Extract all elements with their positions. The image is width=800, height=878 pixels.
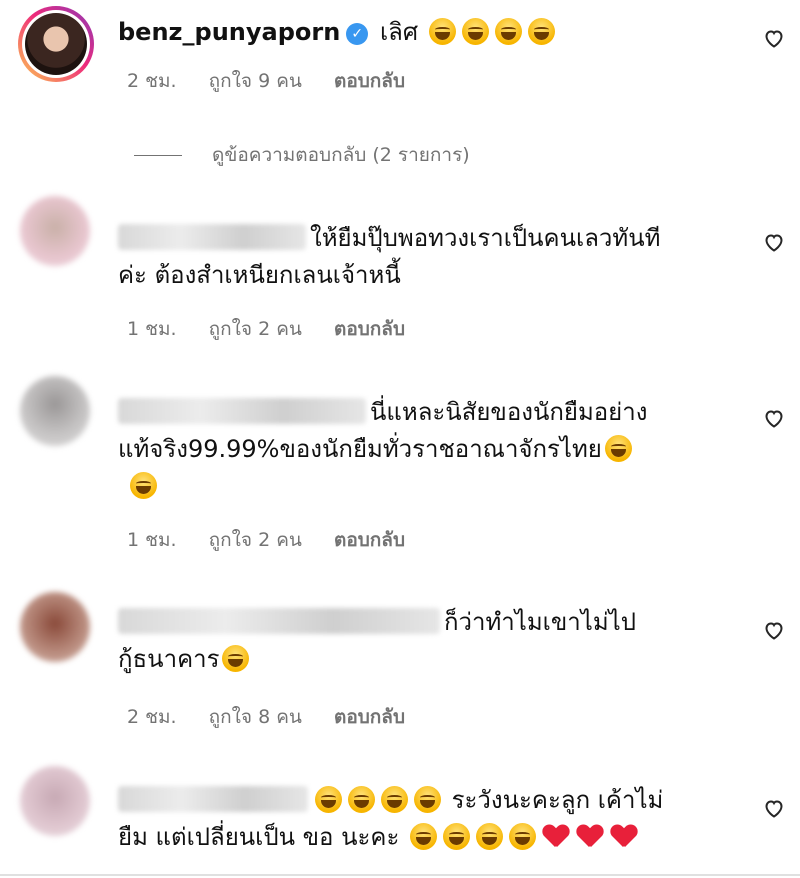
comment-meta: 1 ชม. ถูกใจ 2 คน ตอบกลับ bbox=[127, 525, 431, 555]
comment-text: เลิศ bbox=[379, 18, 419, 46]
comment-body: ก็ว่าทำไมเขาไม่ไป กู้ธนาคาร bbox=[118, 604, 705, 678]
avatar[interactable] bbox=[20, 376, 90, 446]
comment-body: ระวังนะคะลูก เค้าไม่ ยืม แต่เปลี่ยนเป็น … bbox=[118, 782, 705, 856]
comment-time: 1 ชม. bbox=[127, 318, 177, 340]
heart-outline-icon[interactable] bbox=[762, 796, 786, 820]
comment-text-line1: ให้ยืมปุ๊บพอทวงเราเป็นคนเลวทันที bbox=[310, 224, 661, 252]
laughing-emoji-icon bbox=[381, 786, 408, 813]
red-heart-emoji-icon bbox=[577, 825, 603, 849]
laughing-emoji-icon bbox=[130, 472, 157, 499]
comment-text-line2: ยืม แต่เปลี่ยนเป็น ขอ นะคะ bbox=[118, 823, 400, 851]
reply-button[interactable]: ตอบกลับ bbox=[334, 706, 405, 728]
view-replies-button[interactable]: ดูข้อความตอบกลับ (2 รายการ) bbox=[134, 140, 470, 170]
bottom-divider bbox=[0, 874, 800, 876]
verified-badge-icon: ✓ bbox=[346, 23, 369, 45]
laughing-emoji-icon bbox=[527, 18, 555, 45]
heart-outline-icon[interactable] bbox=[762, 406, 786, 430]
reply-button[interactable]: ตอบกลับ bbox=[334, 318, 405, 340]
heart-outline-icon[interactable] bbox=[762, 230, 786, 254]
heart-outline-icon[interactable] bbox=[762, 618, 786, 642]
blurred-username[interactable] bbox=[118, 608, 440, 634]
reply-button[interactable]: ตอบกลับ bbox=[334, 70, 405, 92]
comment-username[interactable]: benz_punyaporn bbox=[118, 18, 340, 46]
laughing-emoji-icon bbox=[409, 823, 437, 850]
laughing-emoji-icon bbox=[428, 18, 456, 45]
comment-meta: 2 ชม. ถูกใจ 8 คน ตอบกลับ bbox=[127, 702, 431, 732]
comment-text-line1: ระวังนะคะลูก เค้าไม่ bbox=[451, 786, 664, 814]
comment-text-line1: ก็ว่าทำไมเขาไม่ไป bbox=[444, 608, 636, 636]
comment-text-line2: แท้จริง99.99%ของนักยืมทั่วราชอาณาจักรไทย bbox=[118, 435, 602, 463]
comment-item: ระวังนะคะลูก เค้าไม่ ยืม แต่เปลี่ยนเป็น … bbox=[0, 762, 800, 874]
laughing-emoji-icon bbox=[414, 786, 441, 813]
comment-time: 1 ชม. bbox=[127, 529, 177, 551]
comment-item: นี่แหละนิสัยของนักยืมอย่าง แท้จริง99.99%… bbox=[0, 370, 800, 565]
comment-body: benz_punyaporn ✓ เลิศ bbox=[118, 14, 705, 51]
red-heart-emoji-icon bbox=[543, 825, 569, 849]
laughing-emoji-icon bbox=[315, 786, 342, 813]
laughing-emoji-icon bbox=[442, 823, 470, 850]
comment-item: ก็ว่าทำไมเขาไม่ไป กู้ธนาคาร 2 ชม. ถูกใจ … bbox=[0, 588, 800, 738]
laughing-emoji-icon bbox=[475, 823, 503, 850]
avatar[interactable] bbox=[20, 766, 90, 836]
divider-line bbox=[134, 154, 182, 156]
avatar[interactable] bbox=[20, 196, 90, 266]
heart-outline-icon[interactable] bbox=[762, 26, 786, 50]
laughing-emoji-icon bbox=[508, 823, 536, 850]
blurred-username[interactable] bbox=[118, 398, 366, 424]
blurred-username[interactable] bbox=[118, 786, 308, 812]
comment-likes[interactable]: ถูกใจ 8 คน bbox=[209, 706, 302, 728]
comment-text-line1: นี่แหละนิสัยของนักยืมอย่าง bbox=[370, 398, 648, 426]
comment-likes[interactable]: ถูกใจ 2 คน bbox=[209, 529, 302, 551]
avatar[interactable] bbox=[18, 6, 94, 82]
comment-item: benz_punyaporn ✓ เลิศ 2 ชม. ถูกใจ 9 คน ตอ… bbox=[0, 0, 800, 100]
red-heart-emoji-icon bbox=[611, 825, 637, 849]
comment-text-line2: ค่ะ ต้องสำเหนียกเลนเจ้าหนี้ bbox=[118, 261, 401, 289]
laughing-emoji-icon bbox=[222, 645, 250, 672]
laughing-emoji-icon bbox=[494, 18, 522, 45]
reply-button[interactable]: ตอบกลับ bbox=[334, 529, 405, 551]
avatar[interactable] bbox=[20, 592, 90, 662]
comment-text-line2: กู้ธนาคาร bbox=[118, 645, 220, 673]
avatar-photo bbox=[25, 13, 87, 75]
comment-item: ให้ยืมปุ๊บพอทวงเราเป็นคนเลวทันที ค่ะ ต้อ… bbox=[0, 190, 800, 350]
laughing-emoji-icon bbox=[348, 786, 375, 813]
comment-meta: 1 ชม. ถูกใจ 2 คน ตอบกลับ bbox=[127, 314, 431, 344]
comment-likes[interactable]: ถูกใจ 9 คน bbox=[209, 70, 302, 92]
blurred-username[interactable] bbox=[118, 224, 306, 250]
comment-likes[interactable]: ถูกใจ 2 คน bbox=[209, 318, 302, 340]
comment-body: ให้ยืมปุ๊บพอทวงเราเป็นคนเลวทันที ค่ะ ต้อ… bbox=[118, 220, 705, 294]
comment-body: นี่แหละนิสัยของนักยืมอย่าง แท้จริง99.99%… bbox=[118, 394, 705, 505]
view-replies-label: ดูข้อความตอบกลับ (2 รายการ) bbox=[212, 144, 470, 166]
comment-time: 2 ชม. bbox=[127, 706, 177, 728]
comment-meta: 2 ชม. ถูกใจ 9 คน ตอบกลับ bbox=[127, 66, 431, 96]
laughing-emoji-icon bbox=[604, 435, 632, 462]
laughing-emoji-icon bbox=[461, 18, 489, 45]
comment-time: 2 ชม. bbox=[127, 70, 177, 92]
